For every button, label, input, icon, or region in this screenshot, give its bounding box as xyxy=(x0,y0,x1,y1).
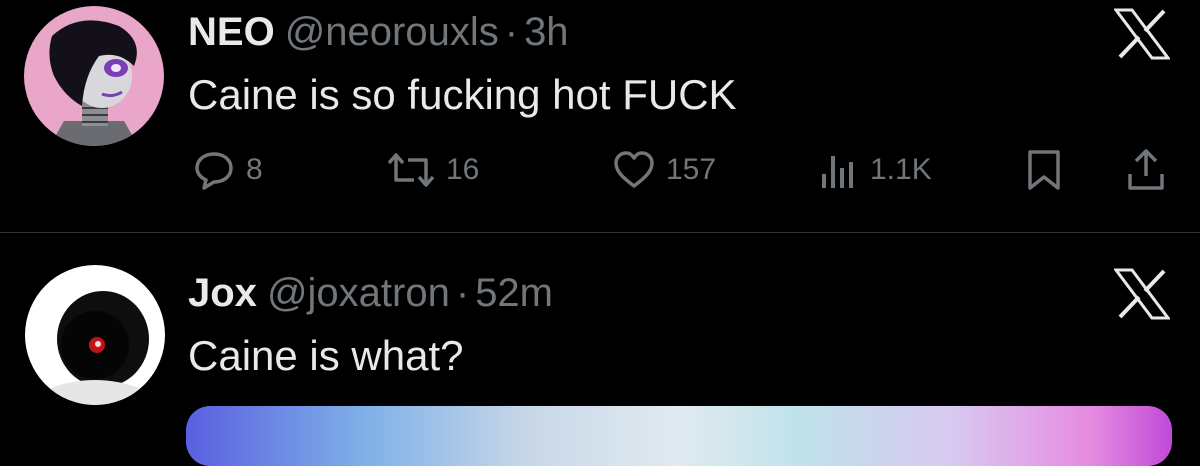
user-handle[interactable]: @joxatron xyxy=(267,271,450,315)
repost-arrows-icon xyxy=(387,153,435,187)
views-button[interactable]: 1.1K xyxy=(816,146,932,194)
x-logo-icon xyxy=(1114,268,1170,320)
separator-dot: · xyxy=(504,10,519,54)
bookmark-button[interactable] xyxy=(1024,146,1064,194)
post-time[interactable]: 3h xyxy=(524,10,569,54)
reply-count: 8 xyxy=(246,153,263,186)
separator-dot: · xyxy=(455,271,470,315)
post-header-jox: Jox @joxatron · 52m xyxy=(188,269,553,317)
share-upload-icon xyxy=(1128,149,1164,190)
avatar-jox[interactable] xyxy=(25,265,165,405)
display-name[interactable]: NEO xyxy=(188,10,275,54)
post-time[interactable]: 52m xyxy=(475,271,553,315)
post-actions: 8 16 157 1.1K xyxy=(188,146,1178,194)
post-neo[interactable]: NEO @neorouxls · 3h Caine is so fucking hot… xyxy=(0,0,1200,232)
post-text: Caine is so fucking hot FUCK xyxy=(188,71,737,118)
like-count: 157 xyxy=(666,153,717,186)
x-logo-icon xyxy=(1114,8,1170,60)
avatar[interactable] xyxy=(24,6,164,146)
like-button[interactable]: 157 xyxy=(612,146,716,194)
user-handle[interactable]: @neorouxls xyxy=(285,10,499,54)
post-divider xyxy=(0,232,1200,233)
speech-bubble-icon xyxy=(195,152,233,190)
repost-count: 16 xyxy=(446,153,480,186)
share-button[interactable] xyxy=(1124,146,1168,194)
repost-button[interactable]: 16 xyxy=(386,146,479,194)
avatar-image xyxy=(25,265,165,405)
display-name[interactable]: Jox xyxy=(188,271,257,315)
bar-chart-icon xyxy=(822,156,853,188)
avatar-image xyxy=(24,6,164,146)
post-header: NEO @neorouxls · 3h xyxy=(188,8,569,56)
views-count: 1.1K xyxy=(870,153,932,186)
reply-button[interactable]: 8 xyxy=(192,146,263,194)
heart-icon xyxy=(614,151,654,188)
post-text-jox: Caine is what? xyxy=(188,332,464,379)
bookmark-icon xyxy=(1028,150,1060,190)
post-media-image[interactable] xyxy=(186,406,1172,466)
